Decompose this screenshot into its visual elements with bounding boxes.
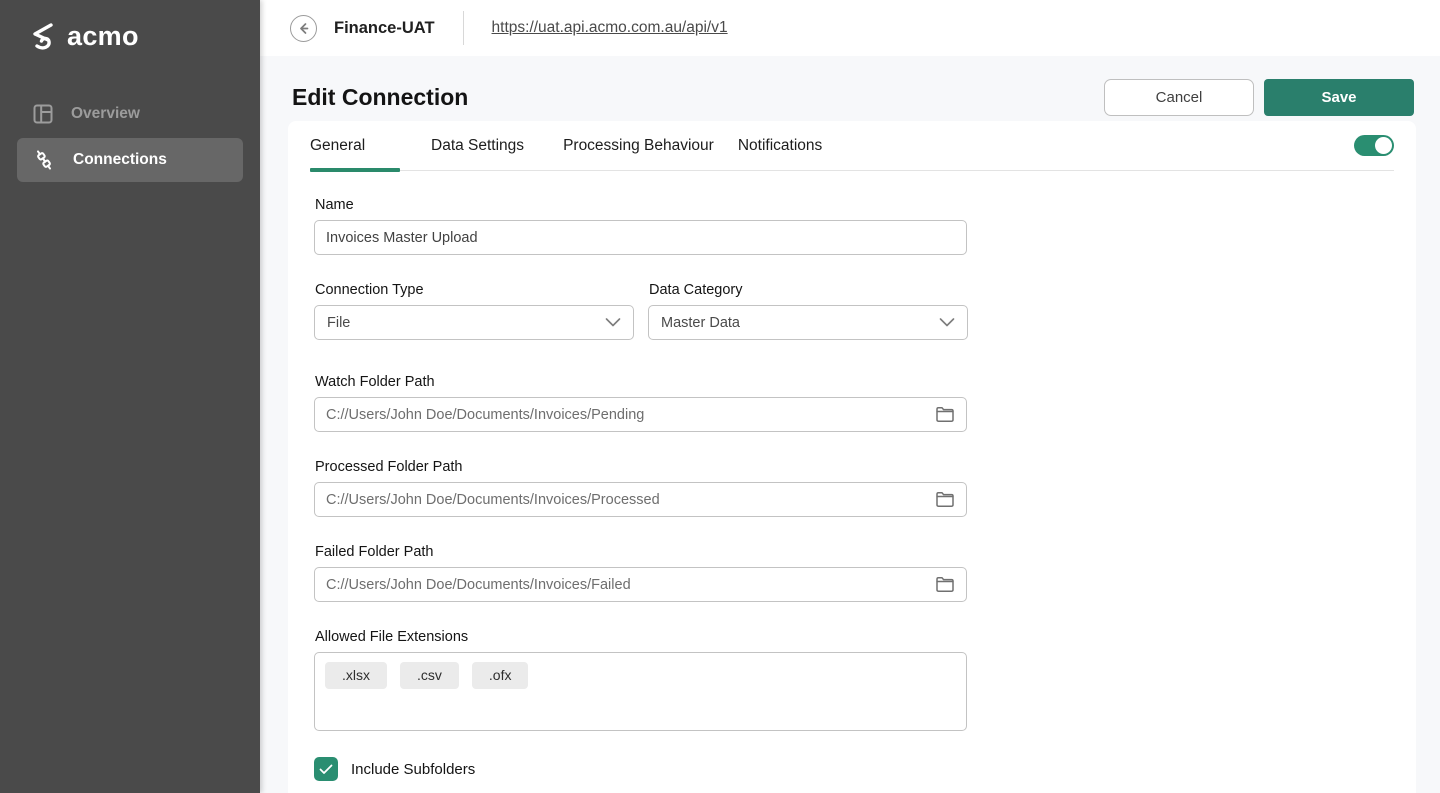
include-subfolders-checkbox[interactable] (314, 757, 338, 781)
failed-folder-group: Failed Folder Path (314, 544, 1416, 602)
connection-env-title: Finance-UAT (334, 19, 435, 38)
data-category-value: Master Data (661, 315, 740, 331)
processed-folder-field (314, 482, 967, 517)
edit-connection-card: General Data Settings Processing Behavio… (288, 121, 1416, 793)
watch-folder-field (314, 397, 967, 432)
cancel-button[interactable]: Cancel (1104, 79, 1254, 116)
include-subfolders-row: Include Subfolders (314, 757, 1416, 781)
data-category-group: Data Category Master Data (648, 282, 968, 340)
sidebar-item-overview[interactable]: Overview (17, 92, 243, 136)
browse-folder-icon[interactable] (935, 491, 955, 508)
page-heading-row: Edit Connection Cancel Save (292, 78, 1414, 116)
name-field-group: Name (314, 197, 967, 255)
brand-logo: acmo (0, 0, 260, 52)
sidebar-item-connections[interactable]: Connections (17, 138, 243, 182)
type-category-row: Connection Type File Data Category Maste… (314, 282, 1416, 340)
extension-tag[interactable]: .xlsx (325, 662, 387, 689)
connection-type-label: Connection Type (315, 282, 634, 298)
header-divider (463, 11, 464, 45)
api-base-url-link[interactable]: https://uat.api.acmo.com.au/api/v1 (492, 19, 728, 37)
save-button[interactable]: Save (1264, 79, 1414, 116)
plug-connection-icon (32, 148, 56, 172)
connection-type-group: Connection Type File (314, 282, 634, 340)
extensions-group: Allowed File Extensions .xlsx .csv .ofx (314, 629, 1416, 731)
include-subfolders-label: Include Subfolders (351, 761, 475, 778)
sidebar: acmo Overview (0, 0, 260, 793)
chevron-down-icon (939, 318, 955, 327)
failed-folder-label: Failed Folder Path (315, 544, 1416, 560)
overview-icon (32, 103, 54, 125)
tab-bar: General Data Settings Processing Behavio… (310, 121, 1394, 171)
checkmark-icon (319, 764, 333, 775)
acmo-logo-icon (26, 20, 58, 52)
tab-general[interactable]: General (310, 121, 400, 170)
browse-folder-icon[interactable] (935, 576, 955, 593)
browse-folder-icon[interactable] (935, 406, 955, 423)
watch-folder-group: Watch Folder Path (314, 374, 1416, 432)
data-category-label: Data Category (649, 282, 968, 298)
toggle-knob (1375, 137, 1392, 154)
extension-tag[interactable]: .csv (400, 662, 459, 689)
failed-folder-input[interactable] (326, 577, 927, 593)
sidebar-nav: Overview Connections (0, 92, 260, 182)
page-title: Edit Connection (292, 84, 468, 111)
sidebar-item-label: Overview (71, 105, 140, 123)
top-header: Finance-UAT https://uat.api.acmo.com.au/… (260, 0, 1440, 56)
chevron-down-icon (605, 318, 621, 327)
processed-folder-group: Processed Folder Path (314, 459, 1416, 517)
data-category-select[interactable]: Master Data (648, 305, 968, 340)
watch-folder-input[interactable] (326, 407, 927, 423)
connection-type-select[interactable]: File (314, 305, 634, 340)
back-button[interactable] (290, 15, 317, 42)
tab-processing-behaviour[interactable]: Processing Behaviour (563, 121, 714, 170)
name-input[interactable] (314, 220, 967, 255)
processed-folder-input[interactable] (326, 492, 927, 508)
connection-type-value: File (327, 315, 350, 331)
extensions-label: Allowed File Extensions (315, 629, 1416, 645)
tab-data-settings[interactable]: Data Settings (431, 121, 524, 170)
sidebar-item-label: Connections (73, 151, 167, 169)
failed-folder-field (314, 567, 967, 602)
brand-name: acmo (67, 21, 139, 52)
arrow-left-icon (296, 21, 311, 36)
app-window: acmo Overview (0, 0, 1440, 793)
watch-folder-label: Watch Folder Path (315, 374, 1416, 390)
extension-tag[interactable]: .ofx (472, 662, 529, 689)
general-form: Name Connection Type File (288, 171, 1416, 781)
content-area: Edit Connection Cancel Save General Data… (260, 56, 1440, 793)
connection-enabled-toggle[interactable] (1354, 135, 1394, 156)
processed-folder-label: Processed Folder Path (315, 459, 1416, 475)
name-label: Name (315, 197, 967, 213)
extensions-tag-input[interactable]: .xlsx .csv .ofx (314, 652, 967, 731)
tab-notifications[interactable]: Notifications (738, 121, 822, 170)
